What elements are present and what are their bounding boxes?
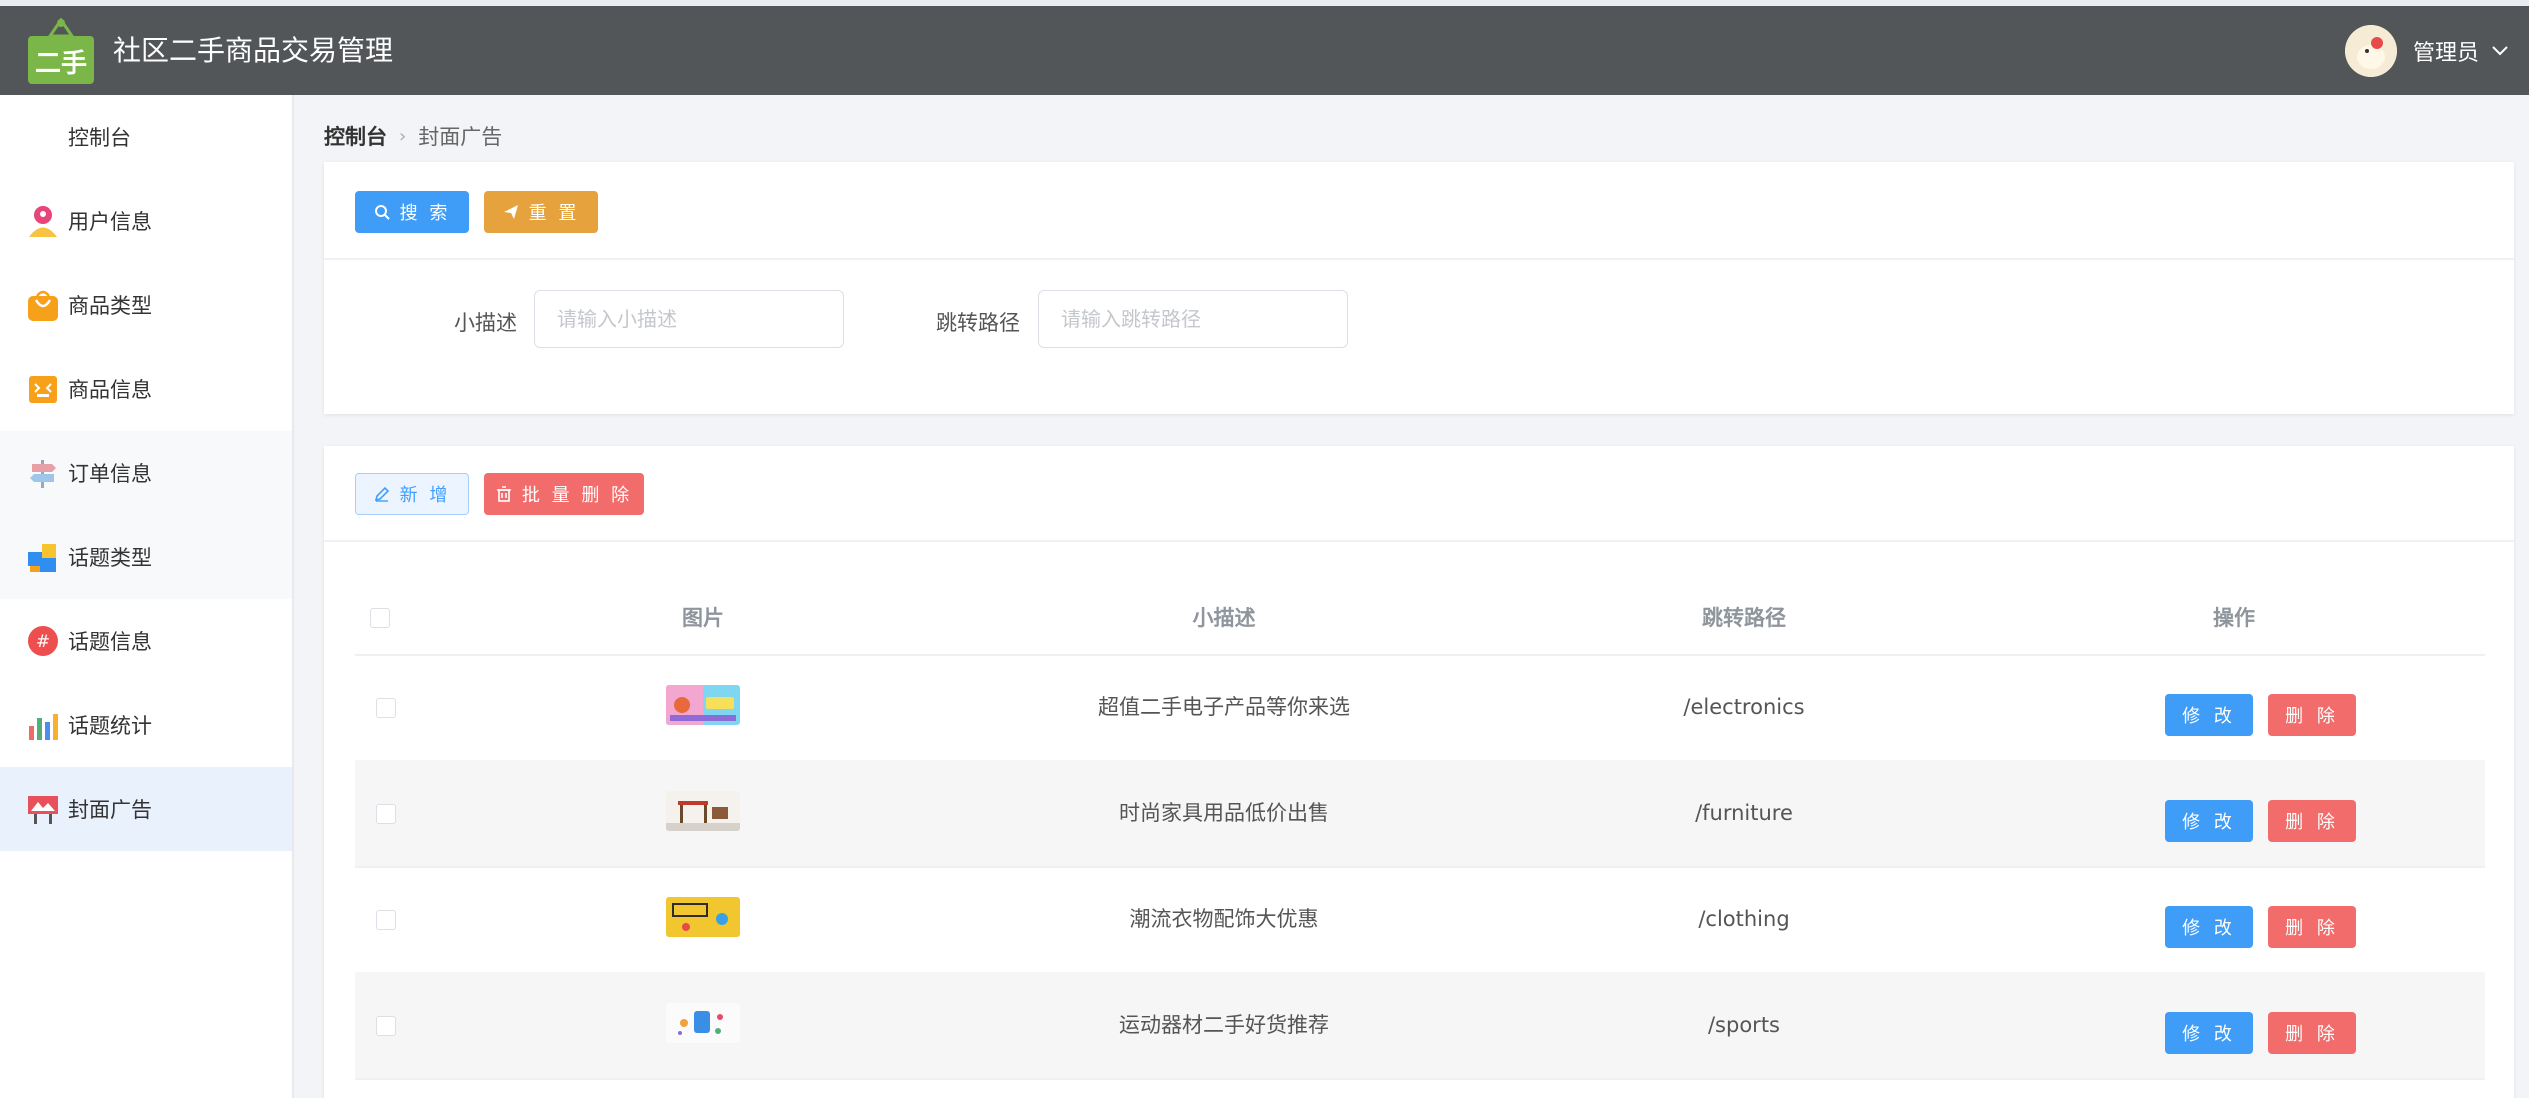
cover-thumbnail[interactable] [666, 791, 740, 831]
divider [324, 258, 2514, 260]
sidebar-item-label: 话题统计 [68, 714, 152, 738]
sidebar-item-label: 控制台 [68, 126, 131, 150]
row-desc: 潮流衣物配饰大优惠 [1129, 907, 1319, 931]
select-all-checkbox[interactable] [370, 608, 390, 628]
app-logo: 二手 [26, 17, 96, 86]
row-path: /electronics [1683, 695, 1805, 719]
sidebar-item-label: 商品信息 [68, 378, 152, 402]
hashtag-icon: # [26, 624, 60, 658]
breadcrumb-home[interactable]: 控制台 [324, 121, 387, 151]
sidebar-item-orders[interactable]: 订单信息 [0, 431, 292, 515]
sidebar-item-products[interactable]: 商品信息 [0, 347, 292, 431]
path-field-label: 跳转路径 [936, 311, 1020, 335]
edit-icon [374, 486, 389, 502]
search-panel: 搜 索 重 置 小描述 跳转路径 [324, 162, 2514, 414]
row-desc: 时尚家具用品低价出售 [1119, 801, 1329, 825]
table-row: 时尚家具用品低价出售 /furniture 修 改 删 除 [355, 760, 2485, 868]
store-icon [26, 372, 60, 406]
sidebar: 控制台 用户信息 商品类型 商品信息 订单信息 话题类型 # 话题信息 话题统计… [0, 95, 294, 1098]
sidebar-item-label: 话题信息 [68, 630, 152, 654]
edit-button[interactable]: 修 改 [2165, 1012, 2253, 1054]
column-header-desc: 小描述 [1192, 606, 1256, 630]
search-icon [374, 205, 390, 220]
user-name: 管理员 [2412, 40, 2479, 66]
sidebar-item-users[interactable]: 用户信息 [0, 179, 292, 263]
path-search-input[interactable] [1038, 290, 1348, 348]
row-path: /sports [1707, 1013, 1780, 1037]
cover-thumbnail[interactable] [666, 685, 740, 725]
row-checkbox[interactable] [376, 1016, 396, 1036]
sidebar-item-cover-ads[interactable]: 封面广告 [0, 767, 292, 851]
delete-button[interactable]: 删 除 [2268, 800, 2356, 842]
sidebar-item-label: 封面广告 [68, 798, 152, 822]
column-header-image: 图片 [682, 606, 724, 630]
row-checkbox[interactable] [376, 698, 396, 718]
sidebar-item-product-types[interactable]: 商品类型 [0, 263, 292, 347]
column-header-actions: 操作 [2213, 606, 2255, 630]
table-header: 图片 小描述 跳转路径 操作 [355, 582, 2485, 656]
sidebar-item-dashboard[interactable]: 控制台 [0, 95, 292, 179]
batch-delete-button[interactable]: 批 量 删 除 [484, 473, 644, 515]
row-desc: 超值二手电子产品等你来选 [1098, 695, 1350, 719]
shopping-bag-icon [26, 288, 60, 322]
row-path: /furniture [1695, 801, 1793, 825]
row-path: /clothing [1698, 907, 1790, 931]
desc-search-input[interactable] [534, 290, 844, 348]
reset-button-label: 重 置 [528, 203, 580, 224]
svg-text:二手: 二手 [35, 49, 87, 79]
add-button[interactable]: 新 增 [355, 473, 469, 515]
add-button-label: 新 增 [399, 485, 451, 506]
column-header-path: 跳转路径 [1702, 606, 1786, 630]
desc-field-label: 小描述 [454, 311, 517, 335]
signpost-icon [26, 456, 60, 490]
cover-thumbnail[interactable] [666, 897, 740, 937]
sidebar-item-topic-stats[interactable]: 话题统计 [0, 683, 292, 767]
breadcrumb-current: 封面广告 [418, 125, 503, 149]
breadcrumb-separator-icon: › [399, 125, 407, 147]
edit-button[interactable]: 修 改 [2165, 906, 2253, 948]
top-header: 二手 社区二手商品交易管理 管理员 [0, 6, 2529, 95]
reset-button[interactable]: 重 置 [484, 191, 598, 233]
sidebar-item-label: 话题类型 [68, 546, 152, 570]
sidebar-item-topics[interactable]: # 话题信息 [0, 599, 292, 683]
table-row: 运动器材二手好货推荐 /sports 修 改 删 除 [355, 972, 2485, 1080]
row-desc: 运动器材二手好货推荐 [1119, 1013, 1329, 1037]
cover-thumbnail[interactable] [666, 1003, 740, 1043]
billboard-icon [26, 792, 60, 826]
row-checkbox[interactable] [376, 804, 396, 824]
delete-button[interactable]: 删 除 [2268, 694, 2356, 736]
table-panel: 新 增 批 量 删 除 图片 小描述 跳转路径 操作 超值二手电子产品等你来选 … [324, 446, 2514, 1098]
trash-icon [496, 486, 511, 502]
breadcrumb: 控制台 › 封面广告 [324, 118, 502, 154]
divider [324, 540, 2514, 542]
user-menu[interactable]: 管理员 [2344, 6, 2509, 95]
delete-button[interactable]: 删 除 [2268, 906, 2356, 948]
cubes-icon [26, 540, 60, 574]
chevron-down-icon [2491, 38, 2509, 63]
batch-delete-label: 批 量 删 除 [521, 485, 633, 506]
row-checkbox[interactable] [376, 910, 396, 930]
svg-text:#: # [36, 632, 50, 652]
send-icon [503, 205, 518, 219]
table-row: 潮流衣物配饰大优惠 /clothing 修 改 删 除 [355, 866, 2485, 974]
sidebar-item-label: 商品类型 [68, 294, 152, 318]
delete-button[interactable]: 删 除 [2268, 1012, 2356, 1054]
app-title: 社区二手商品交易管理 [113, 34, 394, 67]
bar-chart-icon [26, 708, 60, 742]
user-icon [26, 204, 60, 238]
sidebar-item-label: 用户信息 [68, 210, 152, 234]
table-row: 超值二手电子产品等你来选 /electronics 修 改 删 除 [355, 654, 2485, 762]
edit-button[interactable]: 修 改 [2165, 694, 2253, 736]
avatar [2344, 24, 2397, 77]
search-button-label: 搜 索 [399, 203, 451, 224]
edit-button[interactable]: 修 改 [2165, 800, 2253, 842]
sidebar-item-label: 订单信息 [68, 462, 152, 486]
sidebar-item-topic-types[interactable]: 话题类型 [0, 515, 292, 599]
search-button[interactable]: 搜 索 [355, 191, 469, 233]
